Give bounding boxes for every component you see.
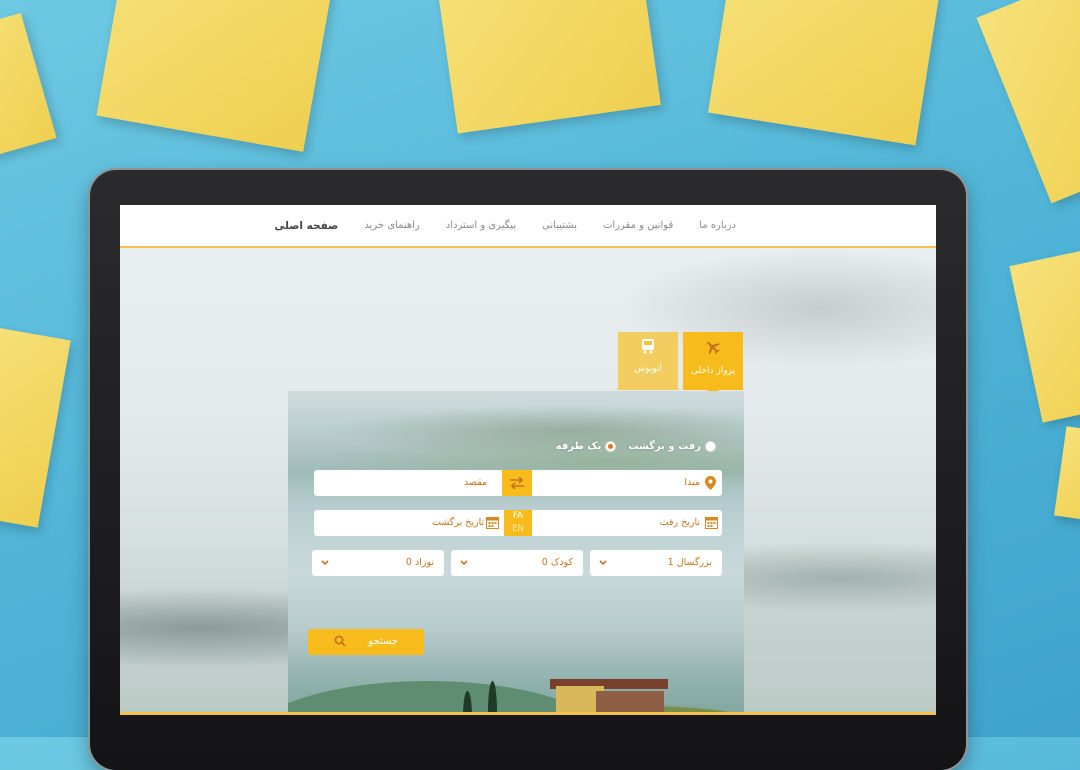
search-panel: یک طرفه رفت و برگشت مبدا مقصد تاریخ رفت … [288, 391, 744, 715]
swap-button[interactable] [502, 470, 532, 496]
laptop-screen: صفحه اصلی راهنمای خرید پیگیری و استرداد … [120, 205, 936, 715]
top-navigation: صفحه اصلی راهنمای خرید پیگیری و استرداد … [120, 205, 936, 248]
calendar-icon [486, 516, 499, 532]
tab-flight-label: پرواز داخلی [690, 366, 736, 376]
sticky-note [96, 0, 334, 152]
swap-arrows-icon [509, 474, 525, 493]
nav-item-tracking-refund[interactable]: پیگیری و استرداد [446, 220, 516, 231]
destination-input[interactable]: مقصد [464, 477, 487, 488]
radio-one-way[interactable]: یک طرفه [556, 441, 617, 452]
tab-domestic-flight[interactable]: پرواز داخلی [683, 332, 743, 396]
nav-item-home[interactable]: صفحه اصلی [274, 220, 338, 232]
sticky-note [1009, 247, 1080, 423]
return-date-input[interactable]: تاریخ برگشت [432, 517, 484, 528]
children-select[interactable]: کودک 0 [451, 550, 583, 576]
chevron-down-icon [321, 558, 329, 569]
sticky-note [0, 12, 57, 158]
calendar-en-option[interactable]: EN [504, 523, 532, 536]
sticky-note [1054, 426, 1080, 524]
location-pin-icon [705, 476, 716, 493]
airplane-icon [683, 338, 743, 360]
nav-item-support[interactable]: پشتیبانی [542, 220, 577, 231]
radio-round-trip-label: رفت و برگشت [628, 441, 701, 452]
tab-bus[interactable]: اتوبوس [618, 332, 678, 390]
nav-item-about[interactable]: درباره ما [699, 220, 736, 231]
hero-background: اتوبوس پرواز داخلی یک طرفه رفت و برگشت م… [120, 248, 936, 715]
radio-round-trip[interactable]: رفت و برگشت [628, 441, 716, 452]
nav-menu: صفحه اصلی راهنمای خرید پیگیری و استرداد … [274, 205, 736, 246]
trip-type-selector: یک طرفه رفت و برگشت [556, 441, 716, 452]
children-value: کودک 0 [541, 557, 573, 568]
radio-one-way-label: یک طرفه [555, 441, 602, 452]
search-button-label: جستجو [368, 636, 398, 647]
search-button[interactable]: جستجو [308, 629, 424, 655]
sticky-note [976, 0, 1080, 204]
origin-input[interactable]: مبدا [684, 477, 700, 488]
bus-icon [618, 338, 678, 358]
infants-value: نوزاد 0 [405, 557, 434, 568]
sticky-note [707, 0, 943, 146]
chevron-down-icon [460, 558, 468, 569]
calendar-fa-option[interactable]: FA [504, 510, 532, 523]
search-icon [334, 635, 346, 650]
infants-select[interactable]: نوزاد 0 [312, 550, 444, 576]
adults-value: بزرگسال 1 [667, 557, 712, 568]
radio-dot[interactable] [605, 441, 617, 452]
bottom-accent-line [120, 712, 936, 715]
departure-date-input[interactable]: تاریخ رفت [660, 517, 700, 528]
nav-item-purchase-guide[interactable]: راهنمای خرید [364, 220, 419, 231]
adults-select[interactable]: بزرگسال 1 [590, 550, 722, 576]
nav-item-terms[interactable]: قوانین و مقررات [603, 220, 673, 231]
radio-dot[interactable] [705, 441, 716, 452]
sticky-note [0, 322, 71, 528]
tab-bus-label: اتوبوس [634, 364, 662, 374]
calendar-type-toggle[interactable]: FA EN [504, 510, 532, 536]
sticky-note [434, 0, 661, 134]
chevron-down-icon [599, 558, 607, 569]
calendar-icon [705, 516, 718, 532]
